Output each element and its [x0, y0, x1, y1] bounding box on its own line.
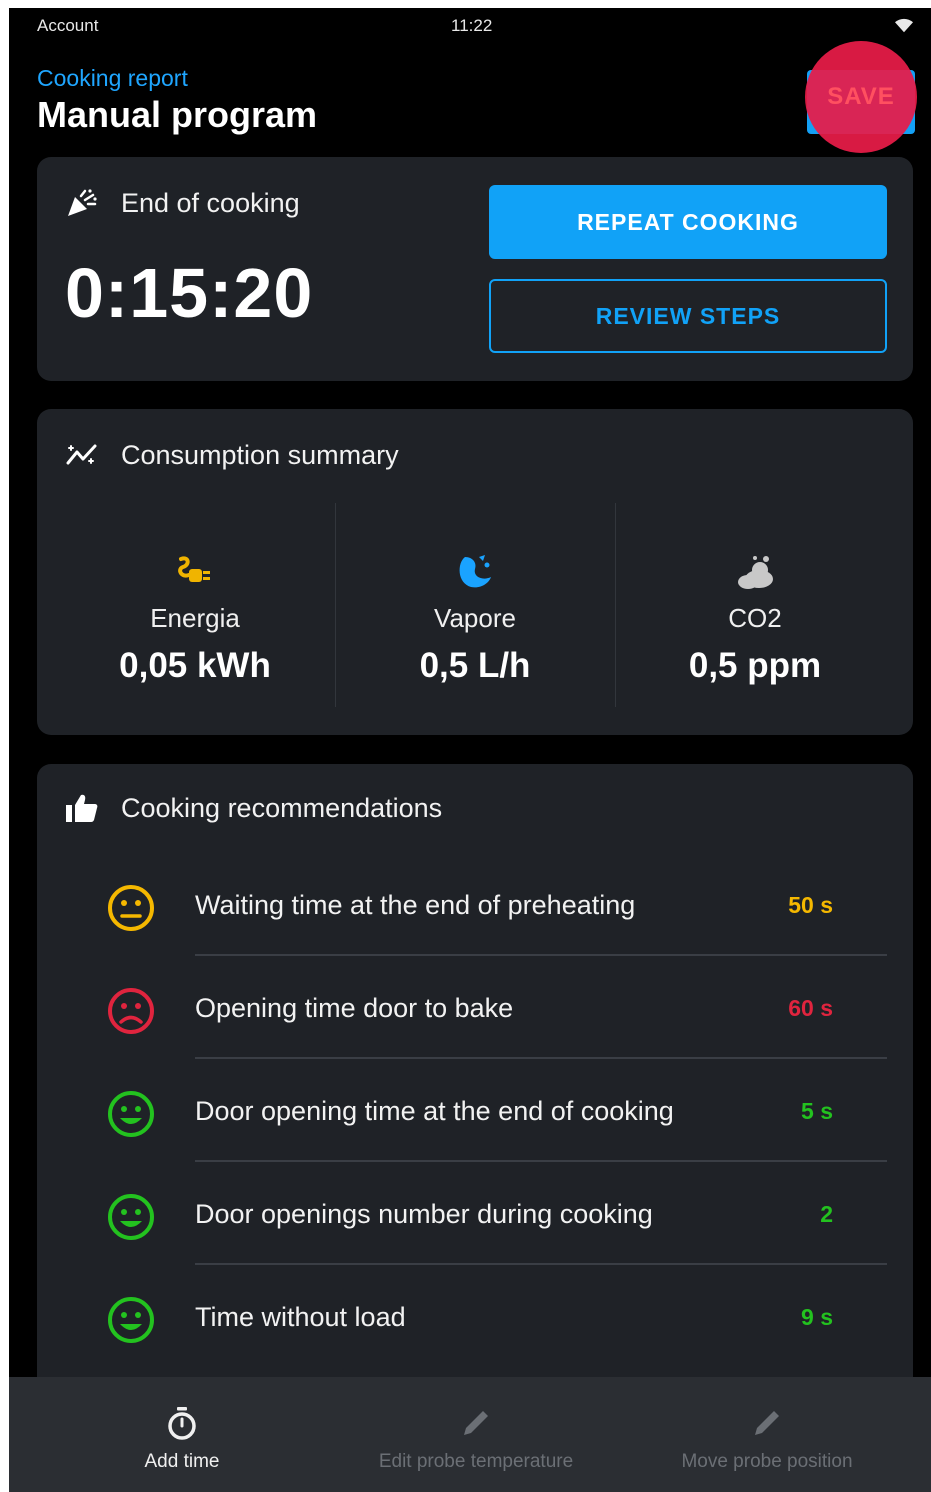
power-plug-icon	[178, 556, 210, 582]
steam-value: 0,5 L/h	[419, 646, 531, 685]
edit-probe-temperature-label: Edit probe temperature	[378, 1451, 574, 1472]
consumption-title: Consumption summary	[121, 439, 399, 470]
end-of-cooking-label: End of cooking	[121, 187, 300, 218]
sad-face-icon	[108, 988, 154, 1034]
recommendations-header: Cooking recommendations	[65, 792, 442, 824]
neutral-face-icon	[108, 885, 154, 931]
account-label: Account	[37, 16, 99, 35]
recommendation-value: 5 s	[801, 1098, 833, 1124]
pencil-icon	[755, 1411, 779, 1435]
steam-label: Vapore	[434, 603, 516, 633]
wifi-icon	[895, 18, 913, 33]
move-probe-position-label: Move probe position	[681, 1451, 853, 1472]
co2-metric: CO2 0,5 ppm	[615, 503, 895, 707]
pencil-icon	[464, 1411, 488, 1435]
consumption-summary-card: Consumption summary Energia 0,05 kWh Vap…	[37, 409, 913, 735]
happy-face-icon	[108, 1091, 154, 1137]
status-bar: Account 11:22	[9, 8, 931, 46]
co2-value: 0,5 ppm	[688, 646, 822, 685]
happy-face-icon	[108, 1194, 154, 1240]
recommendation-text: Door opening time at the end of cooking	[195, 1096, 674, 1126]
recommendation-row: Time without load 9 s	[97, 1276, 887, 1378]
recommendation-row: Opening time door to bake 60 s	[97, 967, 887, 1069]
move-probe-position-button[interactable]: Move probe position	[617, 1377, 917, 1492]
consumption-header: Consumption summary	[65, 439, 399, 471]
review-steps-button[interactable]: REVIEW STEPS	[489, 279, 887, 353]
recommendation-value: 60 s	[788, 995, 833, 1021]
recommendation-row: Door opening time at the end of cooking …	[97, 1070, 887, 1172]
energy-label: Energia	[150, 603, 240, 633]
recommendations-title: Cooking recommendations	[121, 792, 443, 823]
page-title: Manual program	[37, 94, 318, 135]
co2-label: CO2	[728, 603, 782, 633]
end-of-cooking-header: End of cooking	[65, 187, 300, 219]
screen: Account 11:22 Cooking report Manual prog…	[9, 8, 931, 1492]
steam-metric: Vapore 0,5 L/h	[335, 503, 615, 707]
recommendation-text: Waiting time at the end of preheating	[195, 890, 636, 920]
clock: 11:22	[451, 16, 493, 35]
recommendation-row: Waiting time at the end of preheating 50…	[97, 864, 887, 966]
breadcrumb[interactable]: Cooking report	[37, 65, 188, 92]
energy-value: 0,05 kWh	[119, 646, 271, 685]
cooking-timer: 0:15:20	[65, 254, 314, 332]
repeat-cooking-button[interactable]: REPEAT COOKING	[489, 185, 887, 259]
cloud-icon	[738, 556, 773, 589]
recommendation-value: 9 s	[801, 1304, 833, 1330]
recommendations-card: Cooking recommendations Waiting time at …	[37, 764, 913, 1424]
save-button-label[interactable]: SAVE	[805, 41, 917, 153]
happy-face-icon	[108, 1297, 154, 1343]
energy-metric: Energia 0,05 kWh	[55, 503, 335, 707]
row-divider	[195, 1160, 887, 1162]
celebration-icon	[68, 189, 97, 216]
row-divider	[195, 1057, 887, 1059]
bottom-action-bar: Add time Edit probe temperature Move pro…	[9, 1377, 931, 1492]
row-divider	[195, 954, 887, 956]
recommendation-text: Door openings number during cooking	[195, 1199, 653, 1229]
recommendation-value: 50 s	[788, 892, 833, 918]
trend-icon	[66, 444, 97, 465]
stopwatch-icon	[168, 1407, 196, 1440]
add-time-label: Add time	[144, 1451, 220, 1472]
edit-probe-temperature-button[interactable]: Edit probe temperature	[326, 1377, 626, 1492]
recommendation-row: Door openings number during cooking 2	[97, 1173, 887, 1275]
end-of-cooking-card: End of cooking 0:15:20 REPEAT COOKING RE…	[37, 157, 913, 381]
steam-icon	[459, 555, 491, 588]
recommendation-text: Opening time door to bake	[195, 993, 514, 1023]
thumbs-up-icon	[66, 794, 98, 822]
row-divider	[195, 1263, 887, 1265]
recommendation-value: 2	[820, 1201, 833, 1227]
add-time-button[interactable]: Add time	[32, 1377, 332, 1492]
recommendation-text: Time without load	[195, 1302, 406, 1332]
